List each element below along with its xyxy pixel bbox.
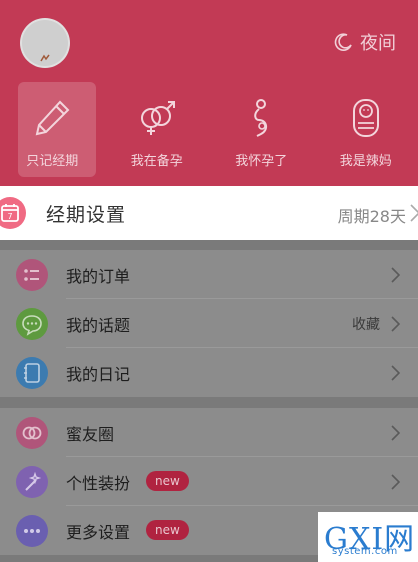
mode-mom[interactable]: 我是辣妈 <box>314 82 418 177</box>
menu-item-label: 更多设置 <box>66 523 131 542</box>
pen-icon <box>35 100 70 136</box>
more-dots-icon <box>16 515 48 547</box>
night-mode-toggle[interactable]: 夜间 <box>334 30 396 54</box>
menu-item-label: 蜜友圈 <box>66 425 115 444</box>
menu-item-label: 个性装扮 <box>66 474 131 493</box>
site-watermark: GXI网 system.com <box>318 512 418 562</box>
watermark-domain: system.com <box>332 546 398 557</box>
pregnant-icon <box>254 99 268 137</box>
night-mode-label: 夜间 <box>360 33 396 54</box>
chevron-right-icon <box>410 204 418 222</box>
menu-item-orders[interactable]: 我的订单 <box>0 250 418 299</box>
heart-rings-icon <box>16 417 48 449</box>
mode-period-only[interactable]: 只记经期 <box>0 82 105 177</box>
chevron-right-icon <box>391 267 400 283</box>
chevron-right-icon <box>391 316 400 332</box>
menu-item-label: 我的话题 <box>66 316 131 335</box>
menu-item-topics[interactable]: 我的话题 收藏 <box>0 299 418 348</box>
menu-item-friends-circle[interactable]: 蜜友圈 <box>0 408 418 457</box>
mode-label: 我怀孕了 <box>235 154 288 169</box>
menu-item-label: 我的日记 <box>66 365 131 384</box>
mode-pregnant[interactable]: 我怀孕了 <box>209 82 314 177</box>
mode-trying-to-conceive[interactable]: 我在备孕 <box>105 82 210 177</box>
new-badge: new <box>146 471 189 491</box>
baby-icon <box>352 99 379 137</box>
chevron-right-icon <box>391 365 400 381</box>
mode-label: 我是辣妈 <box>339 154 392 169</box>
cycle-length-value: 周期28天 <box>337 207 406 226</box>
chevron-right-icon <box>391 425 400 441</box>
mode-selector: 只记经期 我在备孕 我怀孕了 我是辣妈 <box>0 82 418 177</box>
favorites-link[interactable]: 收藏 <box>352 314 380 334</box>
period-settings-title: 经期设置 <box>46 204 127 226</box>
section-gap <box>0 397 418 408</box>
menu-item-personalize[interactable]: 个性装扮 new <box>0 457 418 506</box>
calendar-icon: 7 <box>0 197 26 229</box>
gender-rings-icon <box>140 101 175 135</box>
period-settings-row[interactable]: 7 经期设置 周期28天 <box>0 186 418 240</box>
notebook-icon <box>16 357 48 389</box>
avatar[interactable] <box>20 18 70 68</box>
calendar-day: 7 <box>7 212 12 221</box>
mode-label: 我在备孕 <box>130 154 183 169</box>
new-badge: new <box>146 520 189 540</box>
magic-wand-icon <box>16 466 48 498</box>
profile-header: 夜间 只记经期 我在备孕 我怀孕了 我是辣妈 <box>0 0 418 186</box>
list-icon <box>16 259 48 291</box>
menu-item-label: 我的订单 <box>66 267 131 286</box>
chat-bubble-icon <box>16 308 48 340</box>
menu-item-diary[interactable]: 我的日记 <box>0 348 418 397</box>
moon-icon <box>334 33 352 51</box>
mode-label: 只记经期 <box>26 154 79 169</box>
chevron-right-icon <box>391 474 400 490</box>
section-gap <box>0 240 418 250</box>
avatar-mark-icon <box>40 54 50 62</box>
